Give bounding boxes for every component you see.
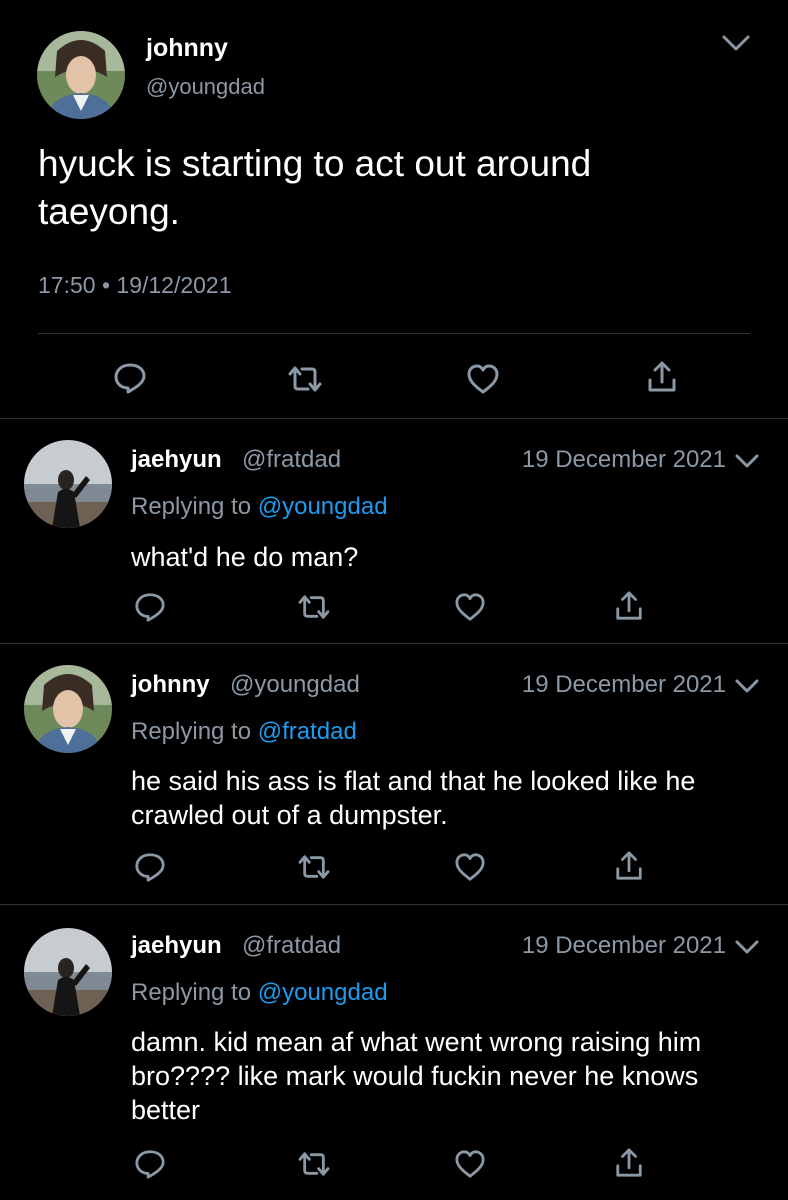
retweet-icon[interactable]	[286, 364, 324, 394]
share-icon[interactable]	[614, 590, 644, 622]
chevron-down-icon[interactable]	[734, 452, 760, 470]
chevron-down-icon[interactable]	[721, 32, 751, 54]
author-handle[interactable]: @youngdad	[230, 671, 360, 699]
replying-prefix: Replying to	[131, 979, 252, 1006]
mention-link[interactable]: @youngdad	[258, 979, 388, 1006]
tweet-time: 17:50	[38, 272, 96, 298]
like-icon[interactable]	[466, 363, 500, 395]
like-icon[interactable]	[454, 592, 486, 622]
like-icon[interactable]	[454, 1149, 486, 1179]
reply-icon[interactable]	[134, 591, 166, 623]
tweet-date: 19/12/2021	[116, 272, 232, 298]
author-name[interactable]: jaehyun	[131, 932, 222, 960]
reply-icon[interactable]	[134, 1148, 166, 1180]
tweet-timestamp: 17:50 • 19/12/2021	[38, 272, 232, 299]
tweet-text: he said his ass is flat and that he look…	[131, 766, 696, 830]
reply-icon[interactable]	[113, 361, 147, 395]
replying-prefix: Replying to	[131, 718, 252, 745]
reply-tweet: jaehyun @fratdad 19 December 2021 Replyi…	[0, 904, 788, 1200]
author-handle[interactable]: @fratdad	[242, 932, 341, 960]
share-icon[interactable]	[614, 1147, 644, 1179]
tweet-date: 19 December 2021	[521, 671, 726, 698]
mention-link[interactable]: @fratdad	[258, 718, 357, 745]
replying-to: Replying to @youngdad	[131, 979, 388, 1007]
tweet-date: 19 December 2021	[521, 446, 726, 473]
tweet-text: damn. kid mean af what went wrong raisin…	[131, 1027, 702, 1125]
retweet-icon[interactable]	[296, 1150, 332, 1178]
avatar[interactable]	[24, 440, 112, 528]
author-handle[interactable]: @youngdad	[146, 74, 265, 100]
avatar[interactable]	[24, 928, 112, 1016]
replying-to: Replying to @youngdad	[131, 493, 388, 521]
main-tweet: johnny @youngdad hyuck is starting to ac…	[0, 0, 788, 418]
avatar[interactable]	[37, 31, 125, 119]
replying-prefix: Replying to	[131, 493, 252, 520]
tweet-text: hyuck is starting to act out around taey…	[38, 143, 592, 232]
mention-link[interactable]: @youngdad	[258, 493, 388, 520]
avatar[interactable]	[24, 665, 112, 753]
retweet-icon[interactable]	[296, 593, 332, 621]
reply-icon[interactable]	[134, 851, 166, 883]
share-icon[interactable]	[646, 360, 678, 394]
meta-separator: •	[101, 272, 111, 298]
tweet-text: what'd he do man?	[131, 542, 359, 572]
like-icon[interactable]	[454, 852, 486, 882]
chevron-down-icon[interactable]	[734, 938, 760, 956]
reply-tweet: johnny @youngdad 19 December 2021 Replyi…	[0, 643, 788, 904]
share-icon[interactable]	[614, 850, 644, 882]
author-handle[interactable]: @fratdad	[242, 446, 341, 474]
retweet-icon[interactable]	[296, 853, 332, 881]
author-name[interactable]: jaehyun	[131, 446, 222, 474]
tweet-date: 19 December 2021	[521, 932, 726, 959]
reply-tweet: jaehyun @fratdad 19 December 2021 Replyi…	[0, 418, 788, 643]
author-name[interactable]: johnny	[146, 34, 228, 63]
author-name[interactable]: johnny	[131, 671, 210, 699]
replying-to: Replying to @fratdad	[131, 718, 357, 746]
divider	[38, 333, 750, 334]
chevron-down-icon[interactable]	[734, 677, 760, 695]
